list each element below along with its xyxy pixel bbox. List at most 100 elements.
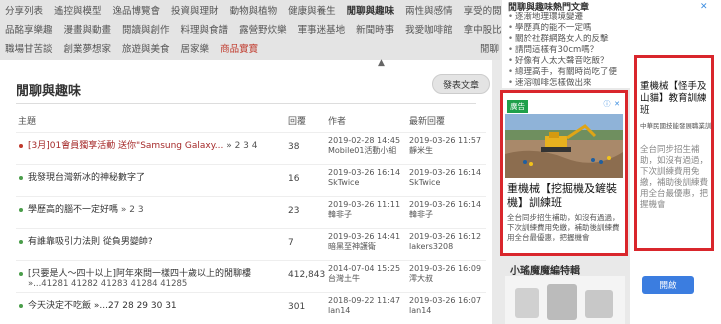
hot-article-link[interactable]: 速溶咖啡怎樣做出來 [508, 78, 628, 89]
latest-date: 2019-03-26 11:57 [409, 136, 482, 145]
nav-item[interactable]: 居家樂 [181, 41, 210, 55]
nav-row-1: 分享列表 遙控與模型 逸品博覽會 投資與理財 動物與植物 健康與養生 閒聊與趣味 兩性與感情享… [0, 0, 517, 20]
latest-date: 2019-03-26 16:12 [409, 232, 482, 241]
hot-article-link[interactable]: 請問這樣有30cm嗎？ [508, 45, 628, 56]
nav-item[interactable]: 我愛咖啡館 [405, 22, 453, 36]
hot-article-link[interactable]: 逐漸地理環境變遷 [508, 12, 628, 23]
status-dot-icon [19, 144, 23, 148]
author-date: 2014-07-04 15:25 [328, 264, 401, 273]
nav-item[interactable]: 料理與食譜 [181, 22, 229, 36]
ad-headline[interactable]: 重機械【挖掘機及鏟裝機】訓練班 [507, 182, 623, 210]
ad-banner-1[interactable]: 廣告 ⓘ ✕ 重機械【挖掘機及鏟裝機】訓練班 全台同步招生補助，如沒有過過，下次… [500, 90, 628, 256]
feature-title[interactable]: 小瑤魔魔編特輯 [510, 262, 580, 277]
topic-pages[interactable]: » 2 3 [121, 205, 144, 215]
author-cell: 2018-09-22 11:47 lan14 [328, 296, 408, 316]
author-cell: 2019-03-26 14:41 暗黑至神護衛 [328, 232, 408, 252]
author-date: 2019-03-26 16:14 [328, 168, 401, 177]
topic-link[interactable]: 有誰靠吸引力法則 從負男變帥? [28, 236, 283, 248]
author-date: 2019-02-28 14:45 [328, 136, 401, 145]
topic-title[interactable]: 今天決定不吃飯 »...27 28 29 30 31 [28, 301, 177, 311]
author-cell: 2019-03-26 11:11 韓非子 [328, 200, 408, 220]
latest-user[interactable]: 澪大叔 [409, 274, 489, 284]
nav-item[interactable]: 遙控與模型 [54, 3, 102, 17]
ad-close-icon[interactable]: ✕ [613, 100, 621, 108]
nav-item[interactable]: 閱讀與創作 [122, 22, 170, 36]
topic-link[interactable]: 今天決定不吃飯 »...27 28 29 30 31 [28, 300, 283, 312]
author-name[interactable]: 韓非子 [328, 210, 408, 220]
table-row: [3月]01會員獨享活動 送你"Samsung Galaxy... » 2 3 … [16, 132, 486, 163]
hot-article-link[interactable]: 總理高手，有關時尚吃了便 [508, 67, 628, 78]
nav-item-extra[interactable]: 閒聊 [480, 41, 499, 55]
ad2-subtitle: 中華民國技能發展職業訓練協會 [640, 122, 712, 130]
latest-user[interactable]: 韓非子 [409, 210, 489, 220]
latest-user[interactable]: lan14 [409, 306, 489, 316]
topic-pages[interactable]: »...41281 41282 41283 41284 41285 [28, 279, 187, 289]
latest-date: 2019-03-26 16:07 [409, 296, 482, 305]
post-article-button[interactable]: 發表文章 [432, 74, 490, 94]
author-name[interactable]: 暗黑至神護衛 [328, 242, 408, 252]
table-row: 有誰靠吸引力法則 從負男變帥? 7 2019-03-26 14:41 暗黑至神護衛 20… [16, 228, 486, 259]
nav-item[interactable]: 動物與植物 [230, 3, 278, 17]
ad-banner-2[interactable]: 重機械【怪手及山貓】教育訓練班 中華民國技能發展職業訓練協會 全台同步招生補助，… [634, 55, 714, 251]
table-row: 我發現台灣新冰的神秘數字了 16 2019-03-26 16:14 SkTwice 20… [16, 164, 486, 195]
nav-item[interactable]: 職場甘苦談 [5, 41, 53, 55]
topic-title[interactable]: [3月]01會員獨享活動 送你"Samsung Galaxy... [28, 141, 223, 151]
author-name[interactable]: 台灣土牛 [328, 274, 408, 284]
reply-count: 301 [288, 302, 306, 312]
author-name[interactable]: SkTwice [328, 178, 408, 188]
hot-article-link[interactable]: 好像有人太大聲音吃飯？ [508, 56, 628, 67]
feature-image[interactable] [505, 276, 625, 324]
latest-date: 2019-03-26 16:09 [409, 264, 482, 273]
topic-link[interactable]: 學歷高的腦不一定好嗎 » 2 3 [28, 204, 283, 216]
ad2-headline[interactable]: 重機械【怪手及山貓】教育訓練班 [640, 81, 712, 117]
latest-reply-cell: 2019-03-26 16:09 澪大叔 [409, 264, 489, 284]
nav-item[interactable]: 分享列表 [5, 3, 43, 17]
hot-article-link[interactable]: 關於社群網路女人的反擊 [508, 34, 628, 45]
topic-pages[interactable]: » 2 3 4 [226, 141, 257, 151]
author-name[interactable]: Mobile01活動小組 [328, 146, 408, 156]
ad-open-button[interactable]: 開啟 [642, 276, 694, 294]
nav-item[interactable]: 旅遊與美食 [122, 41, 170, 55]
forum-title: 閒聊與趣味 [16, 84, 82, 99]
reply-count: 412,843 [288, 270, 326, 280]
topic-title[interactable]: 學歷高的腦不一定好嗎 [28, 205, 118, 215]
hot-articles-panel: 閒聊與趣味熱門文章 逐漸地理環境變遷學歷真的能不一定嗎關於社群網路女人的反擊請問… [502, 0, 630, 88]
nav-item[interactable]: 逸品博覽會 [113, 3, 161, 17]
topic-link[interactable]: 我發現台灣新冰的神秘數字了 [28, 172, 283, 184]
nav-item[interactable]: 投資與理財 [171, 3, 219, 17]
hot-article-link[interactable]: 學歷真的能不一定嗎 [508, 23, 628, 34]
ad-controls: ⓘ ✕ [603, 100, 621, 108]
nav-item[interactable]: 新聞時事 [356, 22, 394, 36]
latest-user[interactable]: 靜米生 [409, 146, 489, 156]
nav-item[interactable]: 漫畫與動畫 [64, 22, 112, 36]
nav-item[interactable]: 健康與養生 [288, 3, 336, 17]
latest-reply-cell: 2019-03-26 16:07 lan14 [409, 296, 489, 316]
author-cell: 2019-03-26 16:14 SkTwice [328, 168, 408, 188]
topic-link[interactable]: [3月]01會員獨享活動 送你"Samsung Galaxy... » 2 3 … [28, 140, 283, 152]
reply-count: 16 [288, 174, 300, 184]
ad-info-icon[interactable]: ⓘ [603, 100, 611, 108]
nav-item[interactable]: 兩性與感情 [405, 3, 453, 17]
ad-badge: 廣告 [507, 100, 528, 113]
page: 分享列表 遙控與模型 逸品博覽會 投資與理財 動物與植物 健康與養生 閒聊與趣味 兩性與感情享… [0, 0, 721, 324]
topic-title[interactable]: 我發現台灣新冰的神秘數字了 [28, 173, 145, 183]
latest-user[interactable]: lakers3208 [409, 242, 489, 252]
topic-list-card: ▲ 閒聊與趣味 發表文章 主題 回覆 作者 最新回覆 [3月]01會員獨享活動 … [0, 58, 492, 324]
table-row: [只要是人～四十以上]阿年來問一樣四十歲以上的閒聊樓 »...41281 4128… [16, 260, 486, 291]
nav-item[interactable]: 商品實寶 [220, 41, 258, 55]
latest-user[interactable]: SkTwice [409, 178, 489, 188]
status-dot-icon [19, 272, 23, 276]
nav-item[interactable]: 創業夢想家 [64, 41, 112, 55]
nav-item[interactable]: 露營野炊樂 [239, 22, 287, 36]
latest-reply-cell: 2019-03-26 16:14 SkTwice [409, 168, 489, 188]
topic-title[interactable]: [只要是人～四十以上]阿年來問一樣四十歲以上的閒聊樓 [28, 269, 251, 279]
reply-count: 38 [288, 142, 300, 152]
collapse-arrow-icon[interactable]: ▲ [378, 58, 385, 68]
nav-item[interactable]: 品酩享樂趣 [5, 22, 53, 36]
nav-item[interactable]: 軍事迷基地 [298, 22, 346, 36]
topic-title[interactable]: 有誰靠吸引力法則 從負男變帥? [28, 237, 153, 247]
author-date: 2019-03-26 11:11 [328, 200, 401, 209]
ad-close-icon[interactable]: ✕ [700, 2, 708, 12]
author-name[interactable]: lan14 [328, 306, 408, 316]
nav-item[interactable]: 閒聊與趣味 [347, 3, 395, 17]
